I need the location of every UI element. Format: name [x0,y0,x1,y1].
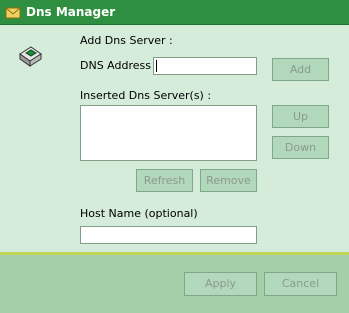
title-bar: Dns Manager [0,0,349,25]
network-chip-icon [19,46,42,67]
text-caret [156,60,157,72]
remove-button[interactable]: Remove [200,169,257,192]
add-button[interactable]: Add [272,58,329,81]
dns-address-label: DNS Address : [80,59,159,72]
dialog-footer: Apply Cancel [0,255,349,313]
host-name-field[interactable] [80,226,257,244]
add-dns-server-label: Add Dns Server : [80,34,173,47]
mail-envelope-icon [5,7,21,19]
dialog-content: Add Dns Server : DNS Address : Add Inser… [0,25,349,253]
up-button[interactable]: Up [272,105,329,128]
inserted-dns-servers-label: Inserted Dns Server(s) : [80,89,212,102]
host-name-input[interactable] [81,227,256,243]
dns-address-field[interactable] [153,57,257,75]
inserted-dns-servers-list[interactable] [80,105,257,161]
refresh-button[interactable]: Refresh [136,169,193,192]
host-name-label: Host Name (optional) [80,207,198,220]
down-button[interactable]: Down [272,136,329,159]
apply-button[interactable]: Apply [184,272,257,296]
cancel-button[interactable]: Cancel [264,272,337,296]
dns-address-input[interactable] [154,58,256,74]
window-title: Dns Manager [26,5,116,19]
